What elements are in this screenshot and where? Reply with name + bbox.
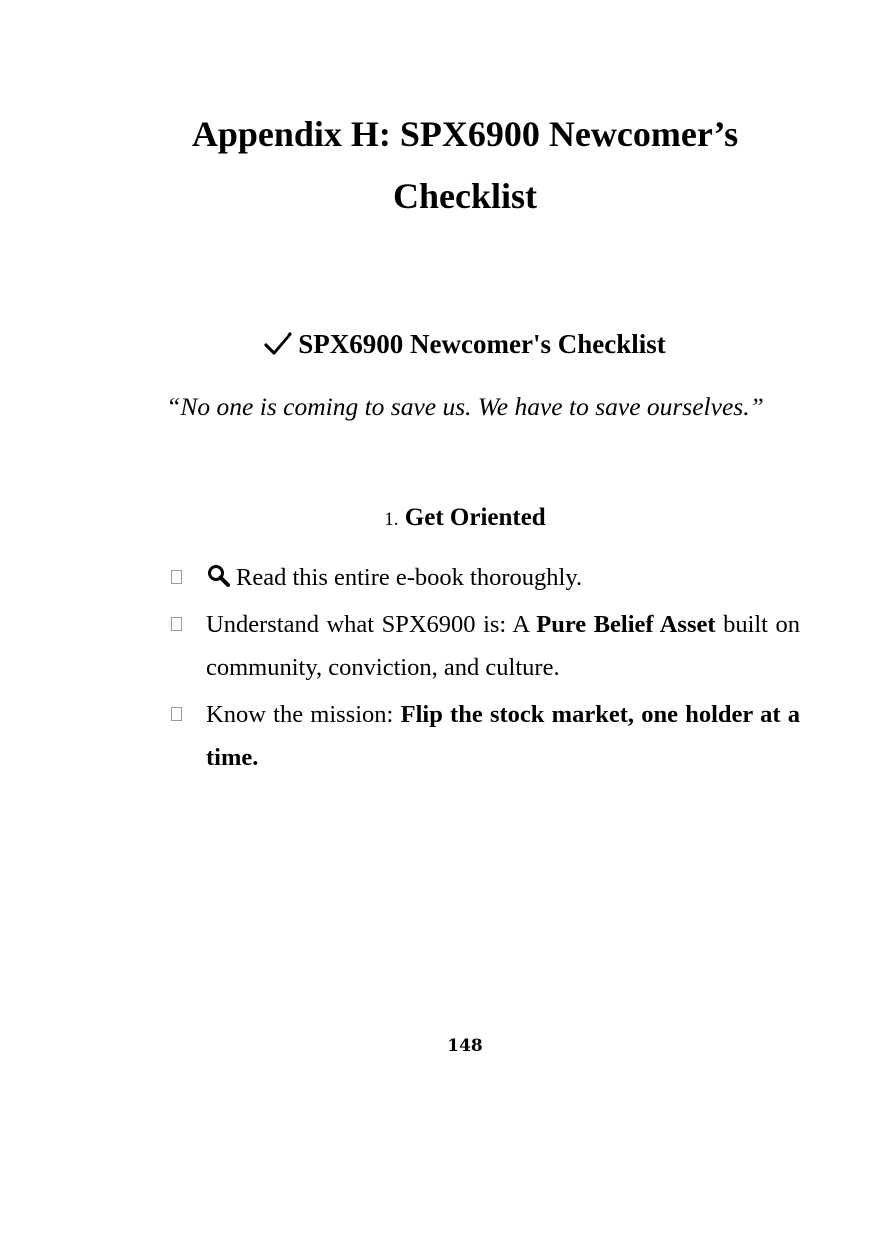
page-title-line-1: Appendix H: SPX6900 Newcomer’s <box>191 114 739 154</box>
checkbox[interactable] <box>171 707 182 721</box>
check-mark-icon <box>264 332 292 355</box>
checklist-item: Know the mission: Flip the stock market,… <box>168 693 800 779</box>
checklist-heading: SPX6900 Newcomer's Checklist <box>120 327 810 361</box>
section-number: 1. <box>384 509 399 530</box>
page-title-line-2: Checklist <box>393 176 537 216</box>
checklist: Read this entire e-book thoroughly. Unde… <box>168 556 800 783</box>
checklist-item: Understand what SPX6900 is: A Pure Belie… <box>168 603 800 689</box>
page-number: 148 <box>447 1036 483 1056</box>
quote: “No one is coming to save us. We have to… <box>166 392 764 421</box>
checklist-item-text: Understand what SPX6900 is: A <box>206 611 537 638</box>
checklist-item: Read this entire e-book thoroughly. <box>168 556 800 599</box>
checklist-item-text: Know the mission: <box>206 701 401 728</box>
page-title: Appendix H: SPX6900 Newcomer’s Checklist <box>120 103 810 227</box>
checklist-item-bold-text: Pure Belief Asset <box>536 611 716 638</box>
section-title: Get Oriented <box>404 504 546 531</box>
checkbox[interactable] <box>171 617 182 631</box>
checklist-item-text: Read this entire e-book thoroughly. <box>236 564 583 591</box>
checklist-heading-text: SPX6900 Newcomer's Checklist <box>298 329 666 359</box>
section-heading: 1. Get Oriented <box>120 501 810 537</box>
checkbox[interactable] <box>171 570 182 584</box>
magnifying-glass-icon <box>208 565 230 587</box>
